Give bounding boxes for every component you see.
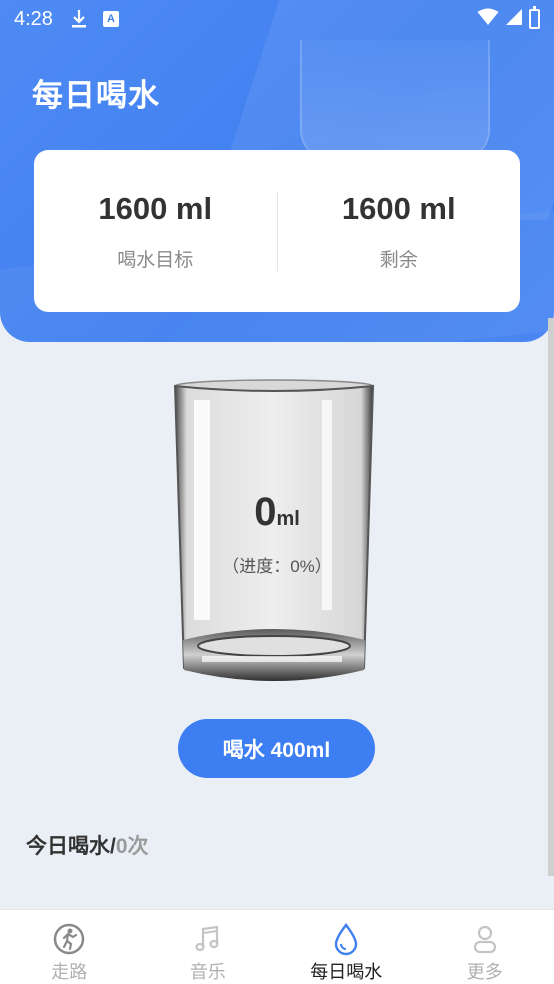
goal-label: 喝水目标 [117, 249, 194, 271]
status-bar: 4:28 A [0, 0, 554, 38]
remaining-label: 剩余 [379, 249, 418, 271]
nav-item-walk[interactable]: 走路 [0, 910, 139, 984]
goal-value: 1600 ml [98, 190, 213, 226]
nav-item-more[interactable]: 更多 [416, 910, 554, 984]
nav-label-walk: 走路 [51, 962, 88, 982]
drink-button[interactable]: 喝水 400ml [178, 719, 375, 778]
nav-item-water[interactable]: 每日喝水 [277, 910, 416, 984]
today-label: 今日喝水/ [26, 835, 116, 858]
remaining-stat: 1600 ml 剩余 [278, 191, 521, 272]
page-title: 每日喝水 [32, 78, 160, 113]
water-amount: 0ml [0, 490, 554, 535]
stats-card: 1600 ml 喝水目标 1600 ml 剩余 [34, 150, 520, 312]
remaining-value: 1600 ml [341, 190, 456, 226]
signal-icon [505, 8, 523, 31]
nav-label-music: 音乐 [189, 962, 226, 982]
header-glass-illustration [300, 40, 490, 160]
water-amount-unit: ml [276, 508, 300, 530]
nav-label-more: 更多 [466, 962, 503, 982]
water-drop-icon [329, 922, 363, 956]
music-note-icon [191, 922, 225, 956]
status-time: 4:28 [14, 7, 53, 30]
a-icon: A [102, 11, 119, 27]
today-count: 0次 [115, 835, 149, 858]
scrollbar[interactable] [548, 318, 554, 876]
battery-icon [529, 6, 540, 29]
goal-stat: 1600 ml 喝水目标 [34, 191, 277, 272]
download-icon [71, 9, 87, 29]
water-amount-number: 0 [254, 490, 277, 534]
progress-text: （进度：0%） [222, 557, 332, 576]
nav-item-music[interactable]: 音乐 [139, 910, 278, 984]
nav-label-water: 每日喝水 [310, 962, 383, 982]
wifi-icon [477, 8, 499, 31]
person-icon [468, 922, 502, 956]
walk-icon [52, 922, 86, 956]
bottom-nav: 走路 音乐 每日喝水 更多 [0, 909, 554, 984]
today-drink-count: 今日喝水/0次 [26, 830, 149, 860]
